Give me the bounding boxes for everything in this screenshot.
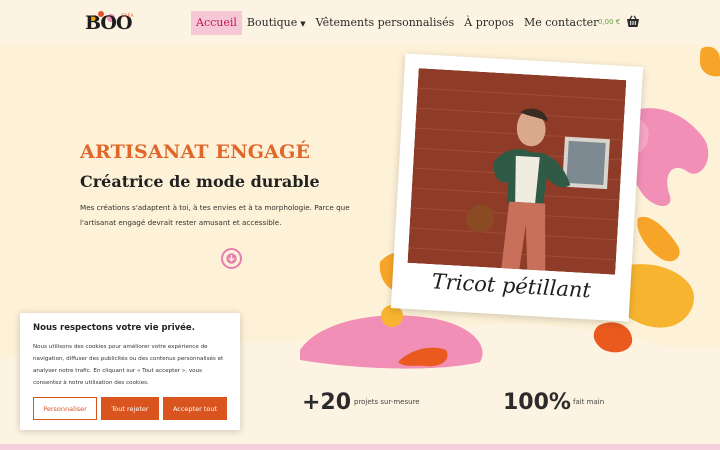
site-header: BOO CRÉA Accueil Boutique ▼ Vêtements per… <box>0 0 720 45</box>
nav-item-boutique[interactable]: Boutique ▼ <box>242 11 311 35</box>
nav-item-a-propos[interactable]: À propos <box>459 11 519 35</box>
cart-button[interactable]: 0,00 € <box>598 15 640 28</box>
nav-item-label: Accueil <box>196 16 237 29</box>
nav-item-vetements[interactable]: Vêtements personnalisés <box>311 11 460 35</box>
customize-cookies-button[interactable]: Personnaliser <box>33 397 97 420</box>
stat-label: fait main <box>573 398 605 406</box>
nav-item-label: Boutique <box>246 16 298 29</box>
cart-amount: 0,00 € <box>598 17 621 26</box>
featured-photo <box>407 68 627 275</box>
stat-value: 100% <box>503 390 571 415</box>
stat-label: projets sur-mesure <box>354 398 420 406</box>
photo-illustration <box>407 68 627 275</box>
stat-value: +20 <box>302 390 352 415</box>
logo-subtext: CRÉA <box>121 13 134 18</box>
nav-item-label: Vêtements personnalisés <box>315 16 455 29</box>
featured-photo-frame: Tricot pétillant <box>390 53 644 322</box>
footer-strip <box>0 444 720 450</box>
arrow-down-circle-icon <box>226 253 237 264</box>
site-logo[interactable]: BOO CRÉA <box>85 11 137 34</box>
hero-description: Mes créations s'adaptent à toi, à tes en… <box>80 203 350 227</box>
scroll-down-button[interactable] <box>221 248 242 269</box>
accept-all-button[interactable]: Accepter tout <box>163 397 227 420</box>
nav-item-label: Me contacter <box>523 16 599 29</box>
cookie-title: Nous respectons votre vie privée. <box>33 323 195 333</box>
nav-item-label: À propos <box>464 16 514 29</box>
reject-all-button[interactable]: Tout rejeter <box>101 397 159 420</box>
hero-kicker: ARTISANAT ENGAGÉ <box>80 141 311 163</box>
nav-item-accueil[interactable]: Accueil <box>191 11 242 35</box>
main-nav: Accueil Boutique ▼ Vêtements personnalisé… <box>191 11 603 35</box>
chevron-down-icon: ▼ <box>300 20 306 28</box>
basket-icon <box>627 15 640 27</box>
cookie-consent-banner: Nous respectons votre vie privée. Nous u… <box>20 313 240 430</box>
nav-item-contact[interactable]: Me contacter <box>519 11 603 35</box>
hero-title: Créatrice de mode durable <box>80 172 320 191</box>
cookie-text: Nous utilisons des cookies pour améliore… <box>33 344 224 386</box>
